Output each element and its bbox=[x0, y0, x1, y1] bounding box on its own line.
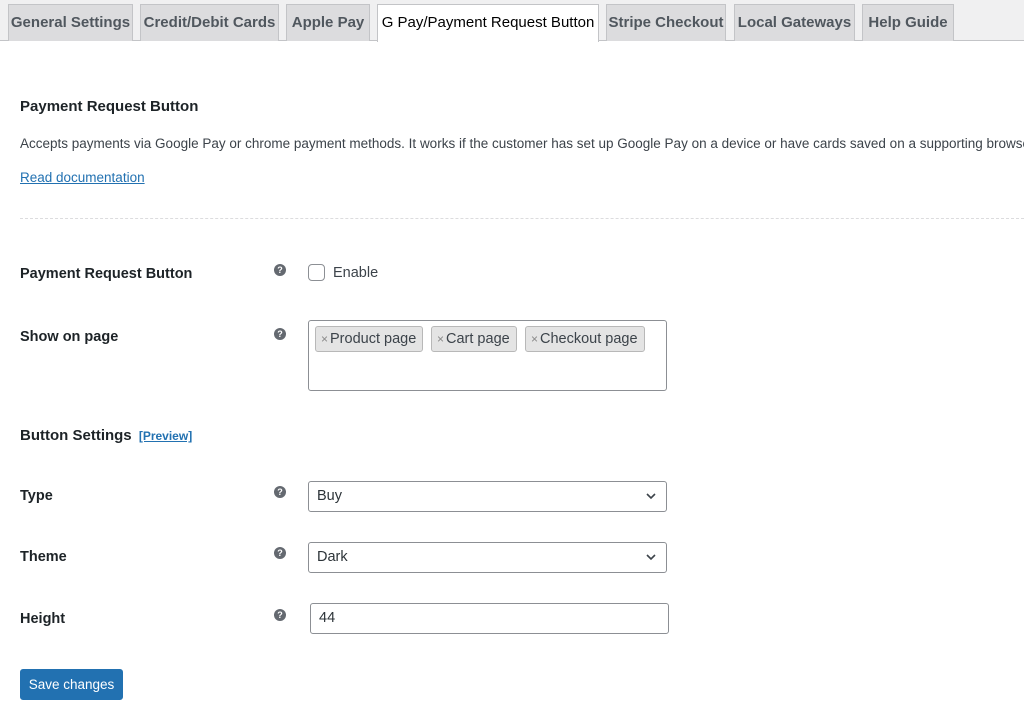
question-circle-icon[interactable]: ? bbox=[274, 264, 286, 276]
chip-label: Product page bbox=[330, 331, 417, 347]
chip-label: Cart page bbox=[446, 331, 510, 347]
theme-select-value: Dark bbox=[317, 549, 348, 565]
show-on-page-multiselect[interactable]: × Product page × Cart page × Checkout page bbox=[308, 320, 667, 391]
tab-apple-pay[interactable]: Apple Pay bbox=[286, 4, 370, 41]
height-input[interactable]: 44 bbox=[310, 603, 669, 634]
show-on-page-label: Show on page bbox=[20, 329, 119, 345]
save-changes-button[interactable]: Save changes bbox=[20, 669, 123, 700]
read-documentation-link[interactable]: Read documentation bbox=[20, 170, 145, 185]
question-circle-icon[interactable]: ? bbox=[274, 547, 286, 559]
remove-icon[interactable]: × bbox=[321, 332, 328, 346]
enable-checkbox[interactable] bbox=[308, 264, 325, 281]
selected-chip-product-page: × Product page bbox=[315, 326, 424, 352]
tab-local-gateways[interactable]: Local Gateways bbox=[734, 4, 855, 41]
remove-icon[interactable]: × bbox=[531, 332, 538, 346]
chevron-down-icon bbox=[646, 493, 656, 500]
button-settings-heading: Button Settings [Preview] bbox=[20, 427, 192, 444]
type-select-value: Buy bbox=[317, 488, 342, 504]
height-label: Height bbox=[20, 611, 66, 627]
section-description: Accepts payments via Google Pay or chrom… bbox=[20, 136, 1024, 151]
question-circle-icon[interactable]: ? bbox=[274, 328, 286, 340]
tab-gpay-payment-request-button[interactable]: G Pay/Payment Request Button bbox=[377, 4, 599, 42]
chip-label: Checkout page bbox=[540, 331, 638, 347]
settings-tab-bar: General Settings Credit/Debit Cards Appl… bbox=[0, 0, 1024, 42]
payment-request-button-label: Payment Request Button bbox=[20, 266, 193, 282]
button-settings-title: Button Settings bbox=[20, 427, 132, 444]
selected-chip-checkout-page: × Checkout page bbox=[525, 326, 645, 352]
tab-stripe-checkout[interactable]: Stripe Checkout bbox=[606, 4, 726, 41]
tab-general-settings[interactable]: General Settings bbox=[8, 4, 133, 41]
enable-checkbox-label[interactable]: Enable bbox=[333, 265, 378, 281]
remove-icon[interactable]: × bbox=[437, 332, 444, 346]
height-input-value: 44 bbox=[319, 610, 336, 626]
section-divider bbox=[20, 218, 1024, 219]
preview-link[interactable]: [Preview] bbox=[139, 429, 192, 443]
tab-credit-debit-cards[interactable]: Credit/Debit Cards bbox=[140, 4, 279, 41]
question-circle-icon[interactable]: ? bbox=[274, 486, 286, 498]
theme-label: Theme bbox=[20, 549, 67, 565]
type-label: Type bbox=[20, 488, 53, 504]
theme-select[interactable]: Dark bbox=[308, 542, 667, 573]
selected-chip-cart-page: × Cart page bbox=[431, 326, 517, 352]
section-title: Payment Request Button bbox=[20, 98, 199, 115]
type-select[interactable]: Buy bbox=[308, 481, 667, 512]
tab-help-guide[interactable]: Help Guide bbox=[862, 4, 954, 41]
chevron-down-icon bbox=[646, 554, 656, 561]
question-circle-icon[interactable]: ? bbox=[274, 609, 286, 621]
